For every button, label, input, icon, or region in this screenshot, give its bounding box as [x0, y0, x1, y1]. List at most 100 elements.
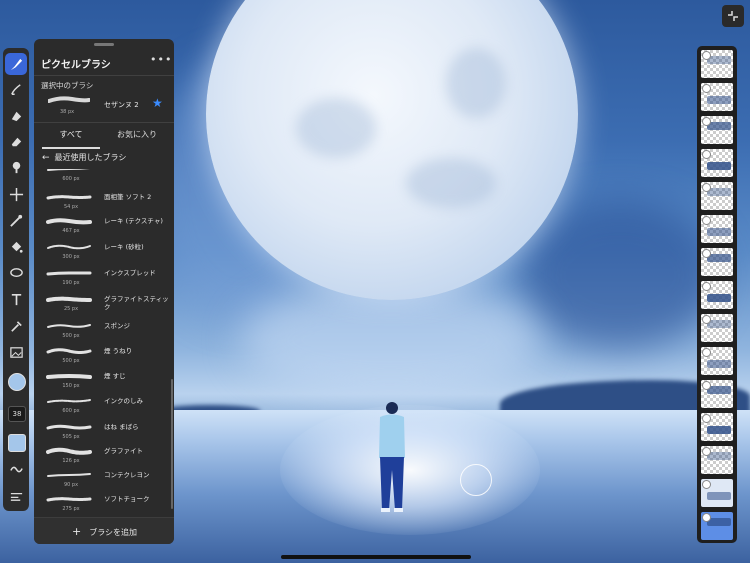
- magic-wand-tool[interactable]: [3, 209, 29, 231]
- layer-thumbnail[interactable]: [701, 413, 733, 441]
- paint-bucket-icon: [11, 241, 23, 253]
- layer-thumbnail[interactable]: [701, 347, 733, 375]
- layer-thumbnail[interactable]: [701, 446, 733, 474]
- brush-stroke-preview: [47, 169, 91, 171]
- fullscreen-button[interactable]: [722, 5, 744, 27]
- color-swatch[interactable]: [8, 434, 26, 452]
- layer-visibility-toggle[interactable]: [702, 282, 711, 291]
- tab-favorites[interactable]: お気に入り: [106, 123, 168, 147]
- brush-size: 126 px: [62, 458, 80, 464]
- brush-size: 90 px: [63, 482, 79, 488]
- layer-visibility-toggle[interactable]: [702, 315, 711, 324]
- brush-cursor: [460, 464, 492, 496]
- collapse-icon: [728, 11, 738, 21]
- brush-size-value[interactable]: 38: [8, 406, 26, 422]
- brush-list-item[interactable]: 126 px グラファイト: [34, 443, 174, 467]
- brush-size: 300 px: [62, 254, 80, 260]
- brush-list-item[interactable]: 150 px 煙 すじ: [34, 368, 174, 392]
- paint-bucket-tool[interactable]: [3, 236, 29, 258]
- more-options-button[interactable]: •••: [150, 53, 172, 66]
- tool-sidebar: 38: [3, 48, 29, 511]
- brush-list-item[interactable]: 275 px ソフトチョーク: [34, 491, 174, 514]
- brush-list-item[interactable]: 300 px レーキ (砂粒): [34, 239, 174, 263]
- layer-thumbnail[interactable]: [701, 479, 733, 507]
- layer-visibility-toggle[interactable]: [702, 348, 711, 357]
- recent-brushes-header[interactable]: ← 最近使用したブラシ: [42, 152, 126, 163]
- layer-preview: [707, 360, 731, 368]
- layer-thumbnail[interactable]: [701, 83, 733, 111]
- moon-texture: [296, 98, 376, 158]
- brush-size: 467 px: [62, 228, 80, 234]
- layer-thumbnail[interactable]: [701, 281, 733, 309]
- tab-all[interactable]: すべて: [42, 123, 100, 149]
- layer-visibility-toggle[interactable]: [702, 117, 711, 126]
- home-indicator[interactable]: [281, 555, 471, 559]
- layer-thumbnail[interactable]: [701, 512, 733, 540]
- favorite-star-icon[interactable]: ★: [152, 96, 163, 110]
- brush-list[interactable]: 600 px 54 px 面相筆 ソフト 2 467 px レーキ (テクスチャ) 300…: [34, 169, 174, 514]
- layer-thumbnail[interactable]: [701, 215, 733, 243]
- lasso-tool[interactable]: [3, 262, 29, 284]
- layer-thumbnail[interactable]: [701, 116, 733, 144]
- layer-visibility-toggle[interactable]: [702, 84, 711, 93]
- layer-thumbnail[interactable]: [701, 314, 733, 342]
- color-picker[interactable]: [8, 373, 26, 391]
- layer-thumbnail[interactable]: [701, 149, 733, 177]
- selected-brush-label: 選択中のブラシ: [41, 81, 94, 90]
- layer-visibility-toggle[interactable]: [702, 216, 711, 225]
- back-arrow-icon[interactable]: ←: [42, 153, 50, 163]
- brush-list-item[interactable]: 505 px はね まばら: [34, 419, 174, 443]
- text-tool[interactable]: [3, 288, 29, 310]
- selected-brush-name[interactable]: セザンヌ 2: [104, 100, 139, 110]
- layer-visibility-toggle[interactable]: [702, 513, 711, 522]
- brush-list-item[interactable]: 54 px 面相筆 ソフト 2: [34, 189, 174, 213]
- layer-preview: [707, 492, 731, 500]
- scrollbar[interactable]: [171, 379, 173, 509]
- stabilizer-tool[interactable]: [3, 458, 29, 480]
- brush-list-item[interactable]: 90 px コンテクレヨン: [34, 467, 174, 491]
- brush-list-item[interactable]: 467 px レーキ (テクスチャ): [34, 213, 174, 237]
- brush-name: レーキ (テクスチャ): [104, 217, 163, 225]
- layer-thumbnail[interactable]: [701, 248, 733, 276]
- blur-tool[interactable]: [3, 156, 29, 178]
- layer-visibility-toggle[interactable]: [702, 447, 711, 456]
- text-icon: [11, 293, 21, 305]
- layer-visibility-toggle[interactable]: [702, 249, 711, 258]
- layer-visibility-toggle[interactable]: [702, 381, 711, 390]
- brush-tool[interactable]: [5, 53, 27, 75]
- add-brush-button[interactable]: + ブラシを追加: [72, 525, 137, 538]
- selected-brush-size: 38 px: [60, 109, 75, 115]
- eraser-icon: [11, 137, 21, 146]
- layer-thumbnail[interactable]: [701, 380, 733, 408]
- layer-visibility-toggle[interactable]: [702, 480, 711, 489]
- brush-list-item[interactable]: 600 px: [34, 169, 174, 185]
- layer-thumbnail[interactable]: [701, 182, 733, 210]
- selected-brush-stroke[interactable]: [48, 96, 90, 104]
- layer-visibility-toggle[interactable]: [702, 183, 711, 192]
- brush-name: レーキ (砂粒): [104, 243, 144, 251]
- brush-name: 面相筆 ソフト 2: [104, 193, 152, 201]
- fill-brush-tool[interactable]: [3, 104, 29, 126]
- panel-drag-handle[interactable]: [94, 43, 114, 46]
- brush-list-item[interactable]: 500 px 煙 うねり: [34, 343, 174, 367]
- brush-size: 150 px: [62, 383, 80, 389]
- layer-thumbnail[interactable]: [701, 50, 733, 78]
- move-tool[interactable]: [3, 183, 29, 205]
- brush-name: グラファイトスティック: [104, 295, 169, 311]
- layer-visibility-toggle[interactable]: [702, 414, 711, 423]
- brush-size: 275 px: [62, 506, 80, 512]
- layer-visibility-toggle[interactable]: [702, 150, 711, 159]
- brush-list-item[interactable]: 25 px グラファイトスティック: [34, 291, 174, 315]
- smudge-tool[interactable]: [3, 78, 29, 100]
- brush-size: 54 px: [63, 204, 79, 210]
- brush-size: 505 px: [62, 434, 80, 440]
- brush-stroke-preview: [47, 399, 91, 403]
- brush-list-item[interactable]: 190 px インクスプレッド: [34, 265, 174, 289]
- brush-list-item[interactable]: 500 px スポンジ: [34, 318, 174, 342]
- brush-list-item[interactable]: 600 px インクのしみ: [34, 393, 174, 417]
- brush-settings-tool[interactable]: [3, 484, 29, 506]
- image-tool[interactable]: [3, 341, 29, 363]
- layer-visibility-toggle[interactable]: [702, 51, 711, 60]
- eyedropper-tool[interactable]: [3, 315, 29, 337]
- eraser-tool[interactable]: [3, 130, 29, 152]
